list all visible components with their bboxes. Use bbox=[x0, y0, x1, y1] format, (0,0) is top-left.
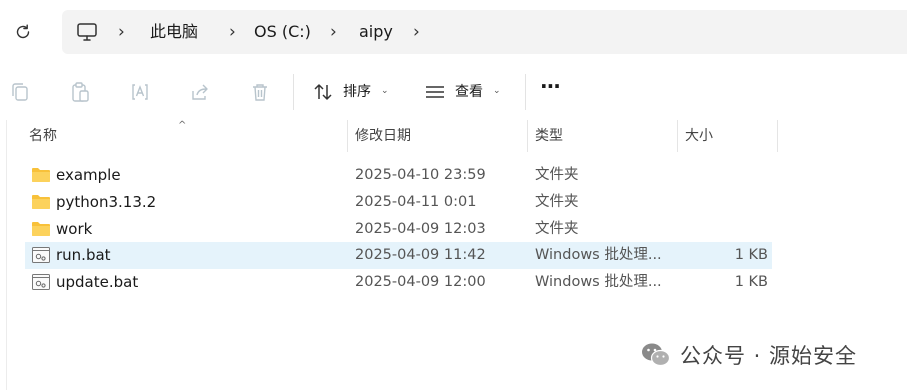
copy-icon bbox=[12, 83, 28, 101]
file-name: example bbox=[56, 166, 121, 184]
column-divider[interactable] bbox=[527, 120, 528, 152]
folder-icon bbox=[32, 222, 50, 236]
file-type: 文件夹 bbox=[535, 221, 579, 237]
sort-icon bbox=[314, 84, 332, 100]
chevron-right-icon[interactable]: › bbox=[229, 22, 236, 42]
column-header-size[interactable]: 大小 bbox=[685, 126, 713, 146]
file-modified: 2025-04-09 12:03 bbox=[355, 221, 486, 237]
file-row[interactable]: example 2025-04-10 23:59 文件夹 bbox=[25, 162, 772, 189]
delete-button[interactable] bbox=[248, 80, 272, 104]
column-header-name[interactable]: 名称 bbox=[29, 126, 57, 146]
column-header-modified[interactable]: 修改日期 bbox=[355, 126, 411, 146]
chevron-down-icon[interactable]: ⌄ bbox=[381, 86, 389, 96]
pane-edge bbox=[0, 120, 7, 390]
file-name: python3.13.2 bbox=[56, 193, 157, 211]
column-header-type[interactable]: 类型 bbox=[535, 126, 563, 146]
file-row[interactable]: update.bat 2025-04-09 12:00 Windows 批处理.… bbox=[25, 269, 772, 296]
file-row[interactable]: python3.13.2 2025-04-11 0:01 文件夹 bbox=[25, 189, 772, 216]
command-bar: 排序 ⌄ 查看 ⌄ ··· bbox=[0, 62, 907, 120]
view-lines-icon bbox=[426, 86, 444, 98]
folder-icon bbox=[32, 195, 50, 209]
watermark: 公众号 · 源始安全 bbox=[640, 338, 857, 372]
more-options-button[interactable]: ··· bbox=[540, 75, 561, 97]
file-type: Windows 批处理... bbox=[535, 247, 662, 263]
chevron-down-icon[interactable]: ⌄ bbox=[493, 86, 501, 96]
view-button[interactable] bbox=[423, 80, 447, 104]
refresh-icon bbox=[16, 24, 30, 39]
file-size: 1 KB bbox=[734, 247, 768, 263]
column-divider[interactable] bbox=[347, 120, 348, 152]
chevron-right-icon[interactable]: › bbox=[330, 22, 337, 42]
chevron-right-icon[interactable]: › bbox=[118, 22, 125, 42]
file-type: 文件夹 bbox=[535, 167, 579, 183]
breadcrumb-item-aipy[interactable]: aipy bbox=[359, 20, 393, 44]
file-type: 文件夹 bbox=[535, 194, 579, 210]
file-size: 1 KB bbox=[734, 274, 768, 290]
breadcrumb-item-this-pc[interactable]: 此电脑 bbox=[150, 20, 198, 44]
chevron-right-icon[interactable]: › bbox=[413, 22, 420, 42]
address-bar[interactable]: › 此电脑 › OS (C:) › aipy › bbox=[62, 10, 907, 54]
file-modified: 2025-04-11 0:01 bbox=[355, 194, 477, 210]
paste-button[interactable] bbox=[68, 80, 92, 104]
folder-icon bbox=[32, 168, 50, 182]
sort-button[interactable] bbox=[311, 80, 335, 104]
breadcrumb-item-os-c[interactable]: OS (C:) bbox=[254, 20, 311, 44]
clipboard-icon bbox=[72, 82, 89, 102]
sort-label[interactable]: 排序 bbox=[343, 81, 371, 103]
column-divider[interactable] bbox=[777, 120, 778, 152]
file-name: run.bat bbox=[56, 246, 111, 264]
rename-icon bbox=[132, 84, 148, 100]
wechat-icon bbox=[642, 343, 671, 367]
rename-button[interactable] bbox=[128, 80, 152, 104]
file-row-selected[interactable]: run.bat 2025-04-09 11:42 Windows 批处理... … bbox=[25, 242, 772, 269]
refresh-button[interactable] bbox=[9, 20, 37, 44]
file-name: work bbox=[56, 220, 93, 238]
share-button[interactable] bbox=[188, 80, 212, 104]
column-divider[interactable] bbox=[677, 120, 678, 152]
batch-file-icon bbox=[32, 247, 50, 263]
sort-ascending-icon: ^ bbox=[178, 120, 187, 131]
trash-icon bbox=[253, 84, 267, 101]
file-type: Windows 批处理... bbox=[535, 274, 662, 290]
file-name: update.bat bbox=[56, 273, 139, 291]
file-modified: 2025-04-09 11:42 bbox=[355, 247, 486, 263]
batch-file-icon bbox=[32, 274, 50, 290]
toolbar-divider bbox=[525, 74, 526, 110]
file-row[interactable]: work 2025-04-09 12:03 文件夹 bbox=[25, 216, 772, 243]
copy-button[interactable] bbox=[8, 80, 32, 104]
share-icon bbox=[192, 84, 208, 100]
column-headers: ^ 名称 修改日期 类型 大小 bbox=[0, 120, 907, 152]
address-row: › 此电脑 › OS (C:) › aipy › bbox=[0, 0, 907, 62]
file-modified: 2025-04-09 12:00 bbox=[355, 274, 486, 290]
view-label[interactable]: 查看 bbox=[455, 81, 483, 103]
computer-icon bbox=[77, 23, 97, 41]
file-modified: 2025-04-10 23:59 bbox=[355, 167, 486, 183]
watermark-text: 公众号 · 源始安全 bbox=[680, 344, 858, 368]
toolbar-divider bbox=[293, 74, 294, 110]
